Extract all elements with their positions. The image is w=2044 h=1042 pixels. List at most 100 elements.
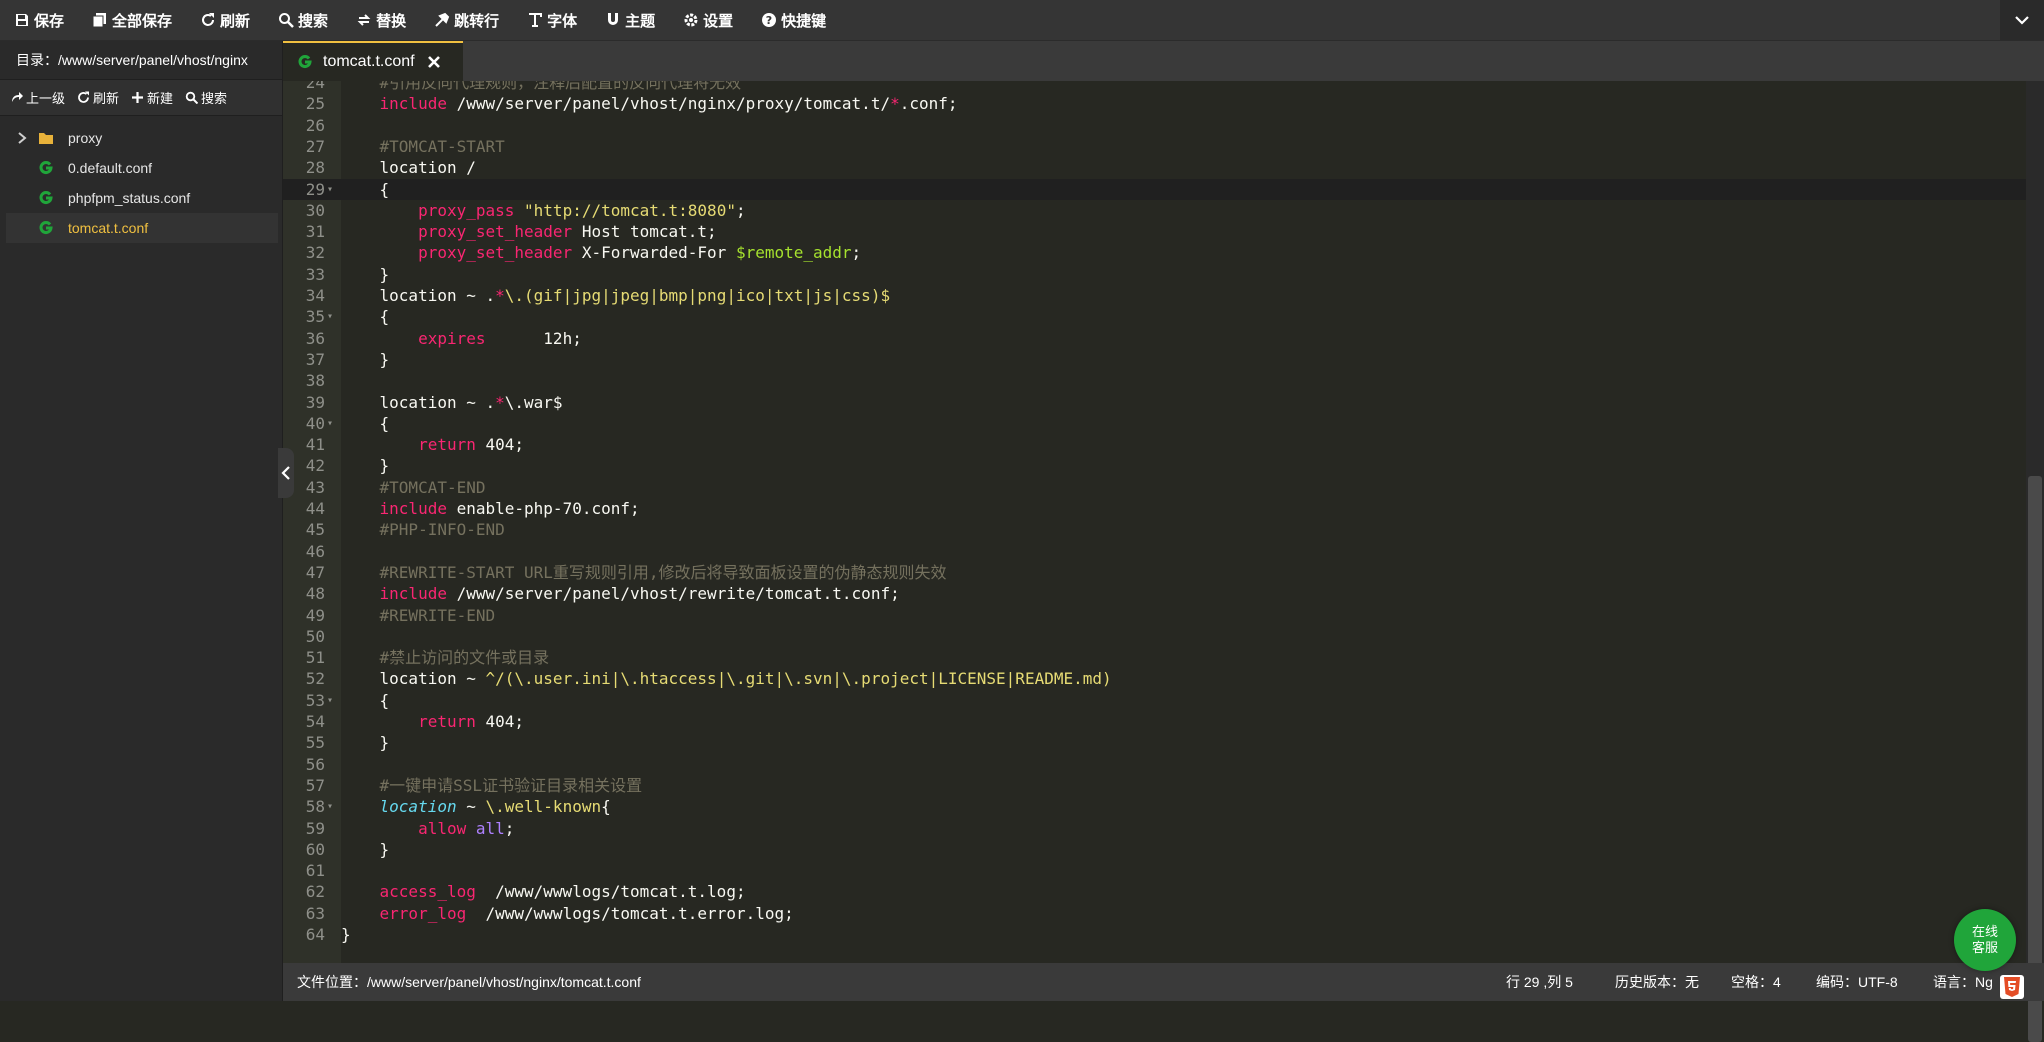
theme-label: 主题 [625, 12, 656, 30]
chevron-right-icon[interactable] [16, 131, 28, 145]
fold-arrow-icon[interactable]: ▾ [327, 796, 333, 817]
status-bar: 文件位置：/www/server/panel/vhost/nginx/tomca… [283, 963, 2044, 1001]
font-button[interactable]: 字体 [513, 0, 591, 40]
goto-line-icon [434, 12, 450, 28]
fold-arrow-icon[interactable]: ▾ [327, 413, 333, 434]
replace-button[interactable]: 替换 [342, 0, 420, 40]
code-line[interactable]: 50 [283, 626, 2026, 647]
code-line[interactable]: 55 } [283, 732, 2026, 753]
status-cursor[interactable]: 行 29 ,列 5 [1506, 972, 1573, 992]
search-button[interactable]: 搜索 [264, 0, 342, 40]
sidebar-toggle-button[interactable] [278, 448, 294, 498]
editor-scrollbar[interactable] [2026, 81, 2044, 1042]
sidebar-actions: 上一级 刷新 新建 搜索 [0, 79, 282, 116]
code-line[interactable]: 24 #引用反向代理规则，注释后配置的反向代理将无效 [283, 81, 2026, 93]
settings-label: 设置 [703, 12, 734, 30]
code-line[interactable]: 57 #一键申请SSL证书验证目录相关设置 [283, 775, 2026, 796]
theme-button[interactable]: 主题 [591, 0, 669, 40]
scrollbar-thumb[interactable] [2028, 476, 2042, 1042]
code-line[interactable]: 37 } [283, 349, 2026, 370]
tree-item-tomcat-conf[interactable]: tomcat.t.conf [6, 213, 278, 243]
status-indent[interactable]: 空格：4 [1731, 972, 1781, 992]
up-level-button[interactable]: 上一级 [10, 88, 65, 107]
tree-item-proxy[interactable]: proxy [6, 123, 278, 153]
line-number: 53 [305, 690, 325, 710]
sidebar-search-label: 搜索 [201, 91, 228, 106]
status-encoding[interactable]: 编码：UTF-8 [1816, 972, 1898, 992]
new-file-button[interactable]: 新建 [131, 88, 173, 107]
online-service-button[interactable]: 在线 客服 [1954, 909, 2016, 971]
tab-tomcat-conf[interactable]: tomcat.t.conf [283, 41, 463, 81]
collapse-toolbar-button[interactable] [2000, 0, 2044, 40]
code-line[interactable]: 29 ▾ { [283, 178, 2026, 200]
code-line[interactable]: 64} [283, 924, 2026, 945]
code-line[interactable]: 27 #TOMCAT-START [283, 136, 2026, 157]
tree-item-phpfpm-status-conf[interactable]: phpfpm_status.conf [6, 183, 278, 213]
code-line[interactable]: 31 proxy_set_header Host tomcat.t; [283, 221, 2026, 242]
code-line[interactable]: 47 #REWRITE-START URL重写规则引用,修改后将导致面板设置的伪… [283, 562, 2026, 583]
code-line[interactable]: 44 include enable-php-70.conf; [283, 498, 2026, 519]
refresh-button[interactable]: 刷新 [186, 0, 264, 40]
save-button[interactable]: 保存 [0, 0, 78, 40]
code-line[interactable]: 54 return 404; [283, 711, 2026, 732]
goto-line-button[interactable]: 跳转行 [420, 0, 513, 40]
code-line[interactable]: 32 proxy_set_header X-Forwarded-For $rem… [283, 242, 2026, 263]
code-line[interactable]: 48 include /www/server/panel/vhost/rewri… [283, 583, 2026, 604]
code-line[interactable]: 25 include /www/server/panel/vhost/nginx… [283, 93, 2026, 114]
close-icon[interactable] [427, 55, 441, 69]
code-line[interactable]: 35 ▾ { [283, 306, 2026, 327]
code-line[interactable]: 36 expires 12h; [283, 328, 2026, 349]
settings-button[interactable]: 设置 [669, 0, 747, 40]
folder-icon [39, 133, 53, 144]
code-line[interactable]: 39 location ~ .*\.war$ [283, 392, 2026, 413]
code-line[interactable]: 56 [283, 754, 2026, 775]
code-line[interactable]: 34 location ~ .*\.(gif|jpg|jpeg|bmp|png|… [283, 285, 2026, 306]
sidebar-search-button[interactable]: 搜索 [185, 88, 227, 107]
code-line[interactable]: 51 #禁止访问的文件或目录 [283, 647, 2026, 668]
shortcuts-button[interactable]: ? 快捷键 [747, 0, 840, 40]
line-number: 61 [305, 861, 325, 881]
code-line[interactable]: 41 return 404; [283, 434, 2026, 455]
code-line[interactable]: 52 location ~ ^/(\.user.ini|\.htaccess|\… [283, 668, 2026, 689]
code-line[interactable]: 46 [283, 541, 2026, 562]
code-line[interactable]: 63 error_log /www/wwwlogs/tomcat.t.error… [283, 903, 2026, 924]
code-line[interactable]: 43 #TOMCAT-END [283, 477, 2026, 498]
fold-arrow-icon[interactable]: ▾ [327, 690, 333, 711]
code-editor[interactable]: 24 #引用反向代理规则，注释后配置的反向代理将无效 25 include /ww… [283, 81, 2026, 963]
status-language[interactable]: 语言：Ng [1933, 972, 1993, 992]
code-line[interactable]: 59 allow all; [283, 818, 2026, 839]
code-line[interactable]: 53 ▾ { [283, 690, 2026, 711]
svg-text:?: ? [766, 14, 772, 27]
tree-item-label: tomcat.t.conf [68, 220, 149, 236]
line-number: 27 [305, 136, 325, 156]
status-history[interactable]: 历史版本：无 [1615, 972, 1699, 992]
sidebar-refresh-label: 刷新 [93, 91, 120, 106]
code-line[interactable]: 61 [283, 860, 2026, 881]
code-line[interactable]: 62 access_log /www/wwwlogs/tomcat.t.log; [283, 881, 2026, 902]
code-line[interactable]: 49 #REWRITE-END [283, 605, 2026, 626]
tree-item-default-conf[interactable]: 0.default.conf [6, 153, 278, 183]
code-line[interactable]: 40 ▾ { [283, 413, 2026, 434]
code-line[interactable]: 42 } [283, 455, 2026, 476]
code-line[interactable]: 33 } [283, 264, 2026, 285]
code-line[interactable]: 30 proxy_pass "http://tomcat.t:8080"; [283, 200, 2026, 221]
save-all-button[interactable]: 全部保存 [78, 0, 186, 40]
refresh-icon [78, 91, 90, 103]
goto-line-label: 跳转行 [454, 12, 500, 30]
code-line[interactable]: 38 [283, 370, 2026, 391]
line-number: 50 [305, 626, 325, 646]
code-text: #TOMCAT-START [379, 136, 505, 156]
line-number: 35 [305, 307, 325, 327]
code-line[interactable]: 58 ▾ location ~ \.well-known{ [283, 796, 2026, 817]
code-line[interactable]: 45 #PHP-INFO-END [283, 519, 2026, 540]
line-number: 36 [305, 328, 325, 348]
fold-arrow-icon[interactable]: ▾ [327, 306, 333, 327]
code-text: location ~ \.well-known{ [379, 797, 611, 817]
code-line[interactable]: 60 } [283, 839, 2026, 860]
code-line[interactable]: 28 location / [283, 157, 2026, 178]
fold-arrow-icon[interactable]: ▾ [327, 179, 333, 200]
sidebar-refresh-button[interactable]: 刷新 [77, 88, 119, 107]
save-all-label: 全部保存 [112, 12, 173, 30]
code-text: #一键申请SSL证书验证目录相关设置 [379, 775, 643, 795]
code-line[interactable]: 26 [283, 115, 2026, 136]
